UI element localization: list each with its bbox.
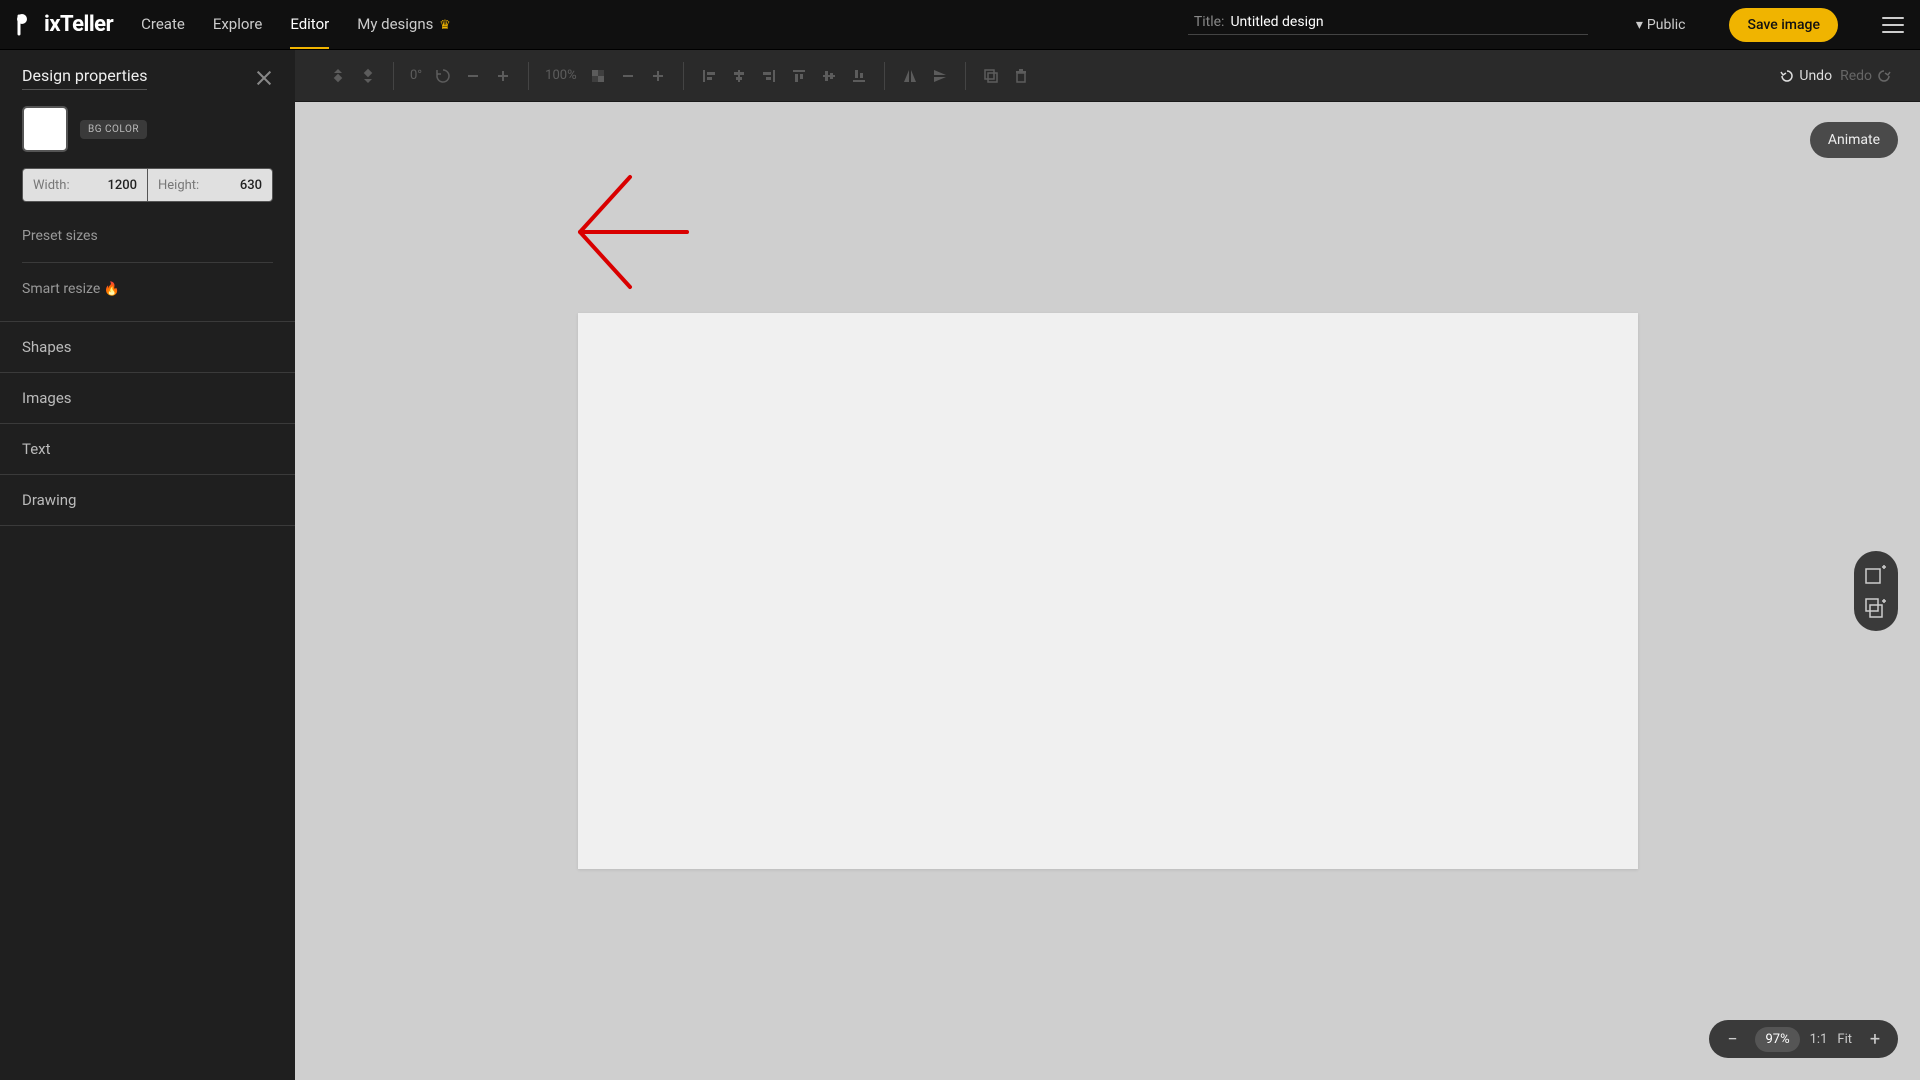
flip-horizontal-icon[interactable] [901, 67, 919, 85]
floating-actions [1854, 551, 1898, 631]
visibility-label: Public [1647, 17, 1686, 33]
opacity-value: 100% [545, 68, 576, 83]
main-nav: Create Explore Editor My designs ♛ [141, 1, 451, 49]
menu-icon[interactable] [1882, 17, 1904, 33]
logo-icon [16, 13, 40, 37]
align-center-v-icon[interactable] [820, 67, 838, 85]
add-frame-icon[interactable] [1860, 561, 1892, 587]
crown-icon: ♛ [439, 18, 451, 33]
delete-icon[interactable] [1012, 67, 1030, 85]
bg-color-swatch[interactable] [22, 106, 68, 152]
undo-button[interactable]: Undo [1779, 68, 1832, 84]
nav-my-designs-label: My designs [357, 15, 433, 33]
height-label: Height: [158, 178, 199, 193]
minus-icon[interactable] [464, 67, 482, 85]
redo-label: Redo [1840, 68, 1872, 84]
chevron-down-icon: ▾ [1636, 17, 1643, 33]
smart-resize-label: Smart resize [22, 281, 100, 297]
editor-toolbar: 0° 100% [295, 50, 1920, 102]
plus-icon[interactable] [649, 67, 667, 85]
align-top-icon[interactable] [790, 67, 808, 85]
preset-sizes-link[interactable]: Preset sizes [0, 216, 295, 256]
save-image-button[interactable]: Save image [1729, 8, 1838, 42]
zoom-value[interactable]: 97% [1755, 1027, 1799, 1052]
width-input[interactable]: Width: 1200 [22, 168, 147, 202]
redo-icon [1876, 68, 1892, 84]
design-title-field[interactable]: Title: Untitled design [1188, 14, 1588, 35]
fire-icon: 🔥 [104, 282, 120, 297]
zoom-in-button[interactable]: + [1862, 1026, 1888, 1052]
zoom-controls: − 97% 1:1 Fit + [1709, 1020, 1898, 1058]
sidebar-section-images[interactable]: Images [0, 373, 295, 424]
rotate-icon[interactable] [434, 67, 452, 85]
nav-create[interactable]: Create [141, 1, 185, 49]
duplicate-frame-icon[interactable] [1860, 595, 1892, 621]
sidebar-section-shapes[interactable]: Shapes [0, 321, 295, 373]
send-backward-icon[interactable] [359, 67, 377, 85]
bring-forward-icon[interactable] [329, 67, 347, 85]
zoom-one-one[interactable]: 1:1 [1810, 1032, 1828, 1047]
redo-button[interactable]: Redo [1840, 68, 1892, 84]
zoom-out-button[interactable]: − [1719, 1026, 1745, 1052]
nav-explore[interactable]: Explore [213, 1, 263, 49]
height-value: 630 [240, 178, 262, 193]
visibility-toggle[interactable]: ▾ Public [1636, 17, 1686, 33]
rotation-value: 0° [410, 68, 422, 83]
flip-vertical-icon[interactable] [931, 67, 949, 85]
align-bottom-icon[interactable] [850, 67, 868, 85]
width-value: 1200 [107, 178, 137, 193]
design-canvas[interactable] [578, 313, 1638, 869]
close-icon[interactable] [255, 69, 273, 87]
zoom-fit[interactable]: Fit [1837, 1032, 1852, 1047]
title-value: Untitled design [1230, 14, 1581, 30]
smart-resize-link[interactable]: Smart resize 🔥 [0, 269, 295, 309]
width-label: Width: [33, 178, 70, 193]
nav-my-designs[interactable]: My designs ♛ [357, 1, 451, 49]
panel-title: Design properties [22, 66, 147, 90]
nav-editor[interactable]: Editor [290, 1, 329, 49]
align-right-icon[interactable] [760, 67, 778, 85]
plus-icon[interactable] [494, 67, 512, 85]
title-label: Title: [1194, 14, 1225, 30]
minus-icon[interactable] [619, 67, 637, 85]
animate-button[interactable]: Animate [1810, 122, 1898, 158]
undo-label: Undo [1799, 68, 1832, 84]
logo-text: ixTeller [44, 12, 113, 37]
undo-icon [1779, 68, 1795, 84]
canvas-area: 0° 100% [295, 50, 1920, 1080]
align-left-icon[interactable] [700, 67, 718, 85]
sidebar-section-text[interactable]: Text [0, 424, 295, 475]
opacity-icon[interactable] [589, 67, 607, 85]
bg-color-badge: BG COLOR [80, 120, 147, 139]
logo[interactable]: ixTeller [16, 12, 113, 37]
align-center-h-icon[interactable] [730, 67, 748, 85]
duplicate-icon[interactable] [982, 67, 1000, 85]
app-header: ixTeller Create Explore Editor My design… [0, 0, 1920, 50]
sidebar: Design properties BG COLOR Width: 1200 H… [0, 50, 295, 1080]
height-input[interactable]: Height: 630 [147, 168, 273, 202]
canvas-viewport[interactable]: Animate − 97% 1:1 Fit + [295, 102, 1920, 1080]
sidebar-section-drawing[interactable]: Drawing [0, 475, 295, 526]
